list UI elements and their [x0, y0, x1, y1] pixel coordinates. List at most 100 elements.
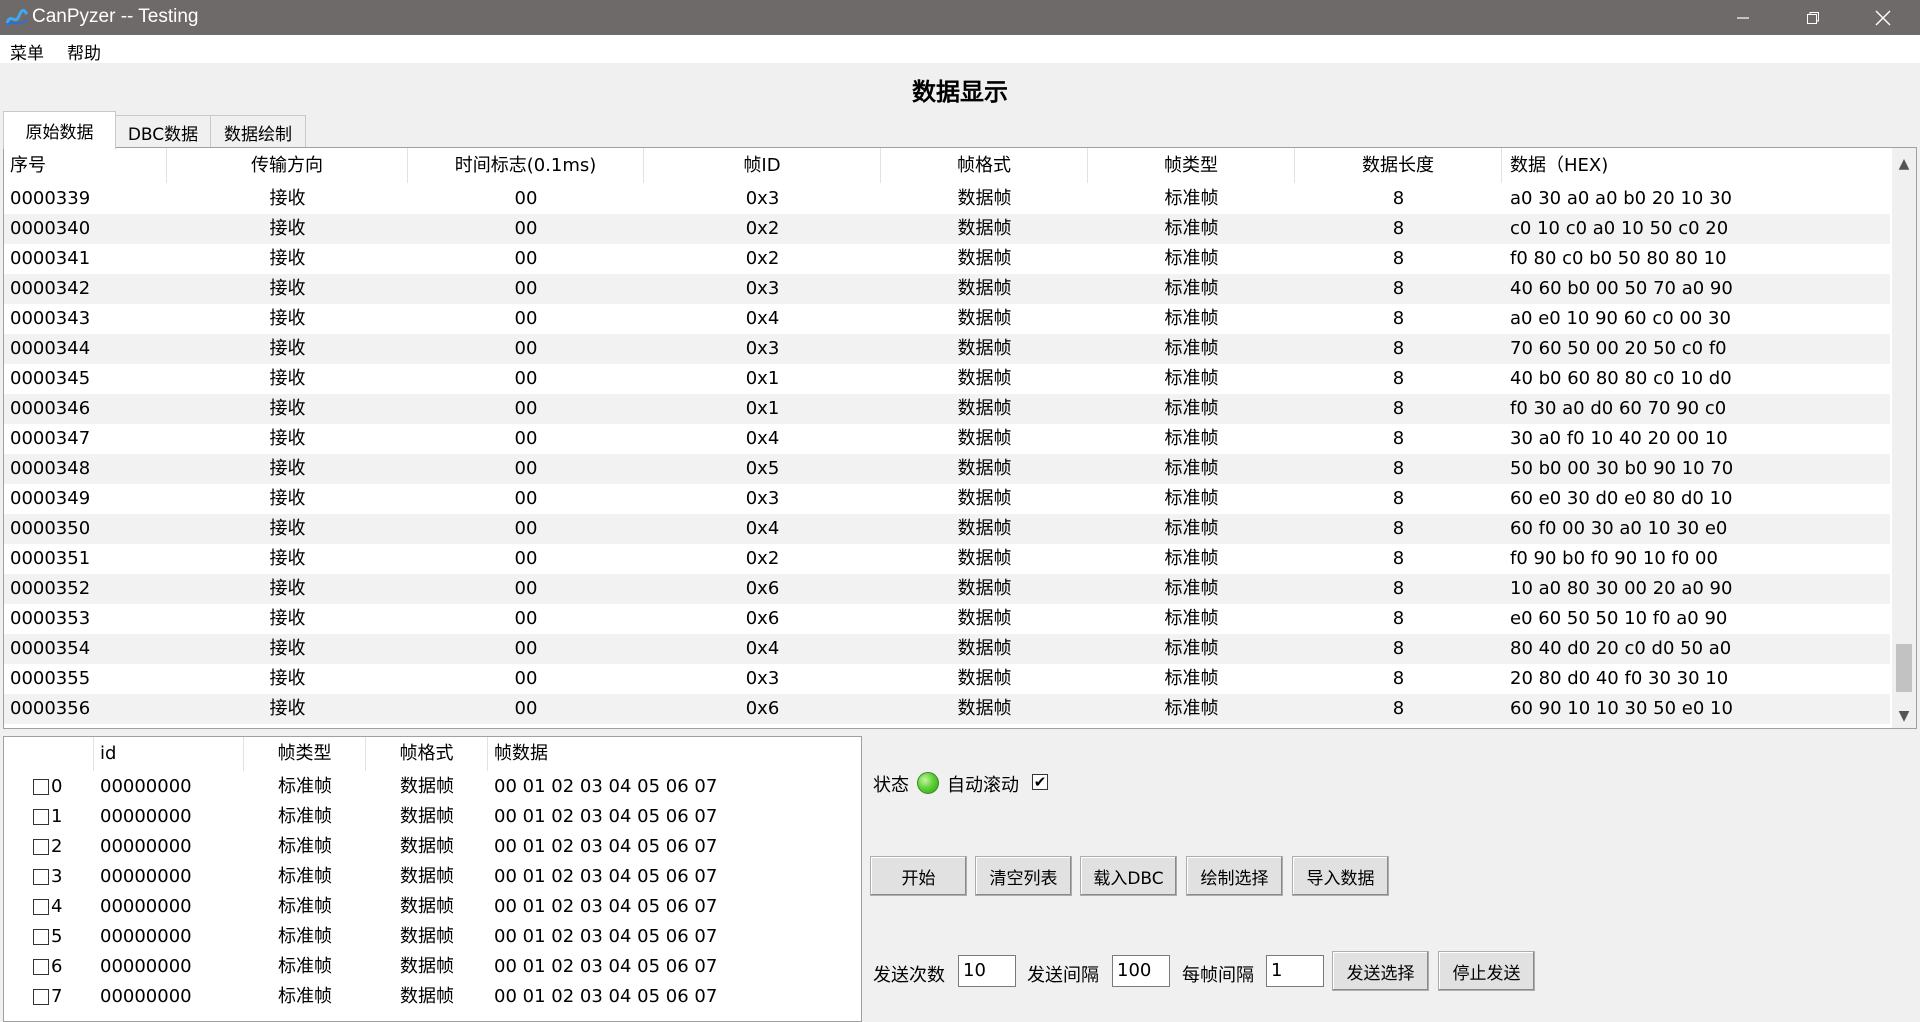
row-checkbox[interactable]: [33, 869, 49, 885]
cell-direction: 接收: [269, 488, 306, 509]
close-button[interactable]: [1850, 0, 1916, 35]
cell-timestamp: 00: [514, 638, 538, 659]
load-dbc-button[interactable]: 载入DBC: [1080, 856, 1177, 896]
send-table-row[interactable]: 6 00000000 标准帧 数据帧 00 01 02 03 04 05 06 07: [4, 952, 861, 982]
send-interval-input[interactable]: 100: [1112, 955, 1170, 987]
row-checkbox[interactable]: [33, 929, 49, 945]
table-row[interactable]: 0000344 接收 00 0x3 数据帧 标准帧 8 70 60 50 00 20 50 c…: [4, 334, 1890, 364]
column-header-data-hex[interactable]: 数据（HEX): [1502, 148, 1890, 183]
control-panel: 状态 自动滚动 ✔ 开始 清空列表 载入DBC 绘制选择 导入数据 发送次数 1…: [866, 736, 1920, 1020]
send-table-row[interactable]: 5 00000000 标准帧 数据帧 00 01 02 03 04 05 06 07: [4, 922, 861, 952]
row-checkbox[interactable]: [33, 809, 49, 825]
cell-frame-type: 标准帧: [1164, 338, 1219, 359]
minimize-icon: [1737, 16, 1749, 19]
send-frame-table[interactable]: id 帧类型 帧格式 帧数据 0 00000000 标准帧 数据帧 00 01 02 0…: [3, 736, 862, 1022]
table-row[interactable]: 0000346 接收 00 0x1 数据帧 标准帧 8 f0 30 a0 d0 60 70 9…: [4, 394, 1890, 424]
send-table-row[interactable]: 3 00000000 标准帧 数据帧 00 01 02 03 04 05 06 07: [4, 862, 861, 892]
raw-data-table[interactable]: 序号 传输方向 时间标志(0.1ms) 帧ID 帧格式 帧类型 数据长度 数据（…: [3, 147, 1917, 729]
row-checkbox[interactable]: [33, 989, 49, 1005]
table-row[interactable]: 0000342 接收 00 0x3 数据帧 标准帧 8 40 60 b0 00 50 70 a…: [4, 274, 1890, 304]
cell-frame-type: 标准帧: [278, 806, 332, 827]
table-row[interactable]: 0000347 接收 00 0x4 数据帧 标准帧 8 30 a0 f0 10 40 20 0…: [4, 424, 1890, 454]
column-header-frame-id[interactable]: 帧ID: [644, 148, 881, 183]
cell-id: 00000000: [100, 836, 192, 857]
cell-timestamp: 00: [514, 398, 538, 419]
send-select-button[interactable]: 发送选择: [1332, 951, 1429, 991]
scroll-thumb[interactable]: [1896, 644, 1912, 692]
cell-frame-type: 标准帧: [1164, 698, 1219, 719]
menu-item-help[interactable]: 帮助: [67, 39, 101, 64]
send-table-row[interactable]: 2 00000000 标准帧 数据帧 00 01 02 03 04 05 06 07: [4, 832, 861, 862]
stop-send-button[interactable]: 停止发送: [1438, 951, 1535, 991]
cell-frame-id: 0x5: [745, 458, 780, 479]
restore-button[interactable]: [1780, 0, 1846, 35]
cell-frame-type: 标准帧: [1164, 248, 1219, 269]
column-header-data-length[interactable]: 数据长度: [1295, 148, 1502, 183]
vertical-scrollbar[interactable]: ▲ ▼: [1892, 148, 1916, 728]
tab-dbc-data[interactable]: DBC数据: [114, 115, 212, 148]
start-button[interactable]: 开始: [870, 856, 967, 896]
send-table-row[interactable]: 7 00000000 标准帧 数据帧 00 01 02 03 04 05 06 07: [4, 982, 861, 1012]
table-row[interactable]: 0000351 接收 00 0x2 数据帧 标准帧 8 f0 90 b0 f0 90 10 f…: [4, 544, 1890, 574]
tab-raw-data[interactable]: 原始数据: [3, 111, 116, 149]
row-checkbox[interactable]: [33, 779, 49, 795]
close-icon: [1875, 10, 1891, 25]
table-row[interactable]: 0000345 接收 00 0x1 数据帧 标准帧 8 40 b0 60 80 80 c0 1…: [4, 364, 1890, 394]
cell-index: 0000342: [10, 278, 91, 299]
table-row[interactable]: 0000353 接收 00 0x6 数据帧 标准帧 8 e0 60 50 50 10 f0 a…: [4, 604, 1890, 634]
frame-interval-input[interactable]: 1: [1266, 955, 1324, 987]
send-table-row[interactable]: 1 00000000 标准帧 数据帧 00 01 02 03 04 05 06 07: [4, 802, 861, 832]
send-table-row[interactable]: 0 00000000 标准帧 数据帧 00 01 02 03 04 05 06 07: [4, 772, 861, 802]
row-checkbox[interactable]: [33, 959, 49, 975]
table-row[interactable]: 0000341 接收 00 0x2 数据帧 标准帧 8 f0 80 c0 b0 50 80 8…: [4, 244, 1890, 274]
menu-item-menu[interactable]: 菜单: [10, 39, 44, 64]
column-header-frame-type[interactable]: 帧类型: [1088, 148, 1295, 183]
tab-data-plot[interactable]: 数据绘制: [210, 115, 306, 148]
cell-timestamp: 00: [514, 698, 538, 719]
send-table-row[interactable]: 4 00000000 标准帧 数据帧 00 01 02 03 04 05 06 07: [4, 892, 861, 922]
table-row[interactable]: 0000356 接收 00 0x6 数据帧 标准帧 8 60 90 10 10 30 50 e…: [4, 694, 1890, 724]
cell-data-length: 8: [1392, 668, 1405, 689]
cell-frame-type: 标准帧: [1164, 278, 1219, 299]
table-row[interactable]: 0000349 接收 00 0x3 数据帧 标准帧 8 60 e0 30 d0 e0 80 d…: [4, 484, 1890, 514]
cell-frame-type: 标准帧: [1164, 638, 1219, 659]
status-led-icon: [917, 772, 939, 794]
cell-data-hex: c0 10 c0 a0 10 50 c0 20: [1510, 218, 1729, 239]
cell-frame-format: 数据帧: [957, 488, 1012, 509]
row-checkbox[interactable]: [33, 839, 49, 855]
auto-scroll-checkbox[interactable]: ✔: [1032, 774, 1048, 790]
table-row[interactable]: 0000352 接收 00 0x6 数据帧 标准帧 8 10 a0 80 30 00 20 a…: [4, 574, 1890, 604]
plot-select-button[interactable]: 绘制选择: [1186, 856, 1283, 896]
column-header-timestamp[interactable]: 时间标志(0.1ms): [408, 148, 644, 183]
column-header-direction[interactable]: 传输方向: [167, 148, 408, 183]
scroll-up-icon[interactable]: ▲: [1892, 156, 1916, 172]
cell-frame-format: 数据帧: [957, 638, 1012, 659]
column-header-frame-format[interactable]: 帧格式: [881, 148, 1088, 183]
cell-frame-type: 标准帧: [1164, 548, 1219, 569]
import-data-button[interactable]: 导入数据: [1292, 856, 1389, 896]
cell-timestamp: 00: [514, 578, 538, 599]
cell-frame-id: 0x2: [745, 218, 780, 239]
row-checkbox[interactable]: [33, 899, 49, 915]
table-row[interactable]: 0000348 接收 00 0x5 数据帧 标准帧 8 50 b0 00 30 b0 90 1…: [4, 454, 1890, 484]
cell-index: 0000351: [10, 548, 91, 569]
minimize-button[interactable]: [1710, 0, 1776, 35]
cell-direction: 接收: [269, 638, 306, 659]
table-row[interactable]: 0000355 接收 00 0x3 数据帧 标准帧 8 20 80 d0 40 f0 30 3…: [4, 664, 1890, 694]
cell-timestamp: 00: [514, 668, 538, 689]
send-count-input[interactable]: 10: [958, 955, 1016, 987]
clear-list-button[interactable]: 清空列表: [975, 856, 1072, 896]
table-row[interactable]: 0000343 接收 00 0x4 数据帧 标准帧 8 a0 e0 10 90 60 c0 0…: [4, 304, 1890, 334]
column-header-index[interactable]: 序号: [4, 148, 167, 183]
cell-frame-id: 0x6: [745, 608, 780, 629]
table-row[interactable]: 0000350 接收 00 0x4 数据帧 标准帧 8 60 f0 00 30 a0 10 3…: [4, 514, 1890, 544]
cell-index: 0000344: [10, 338, 91, 359]
table-row[interactable]: 0000339 接收 00 0x3 数据帧 标准帧 8 a0 30 a0 a0 b0 20 1…: [4, 184, 1890, 214]
scroll-down-icon[interactable]: ▼: [1892, 708, 1916, 724]
cell-frame-id: 0x3: [745, 278, 780, 299]
cell-data-length: 8: [1392, 248, 1405, 269]
status-label: 状态: [873, 775, 909, 796]
table-row[interactable]: 0000340 接收 00 0x2 数据帧 标准帧 8 c0 10 c0 a0 10 50 c…: [4, 214, 1890, 244]
cell-frame-format: 数据帧: [400, 806, 454, 827]
table-row[interactable]: 0000354 接收 00 0x4 数据帧 标准帧 8 80 40 d0 20 c0 d0 5…: [4, 634, 1890, 664]
